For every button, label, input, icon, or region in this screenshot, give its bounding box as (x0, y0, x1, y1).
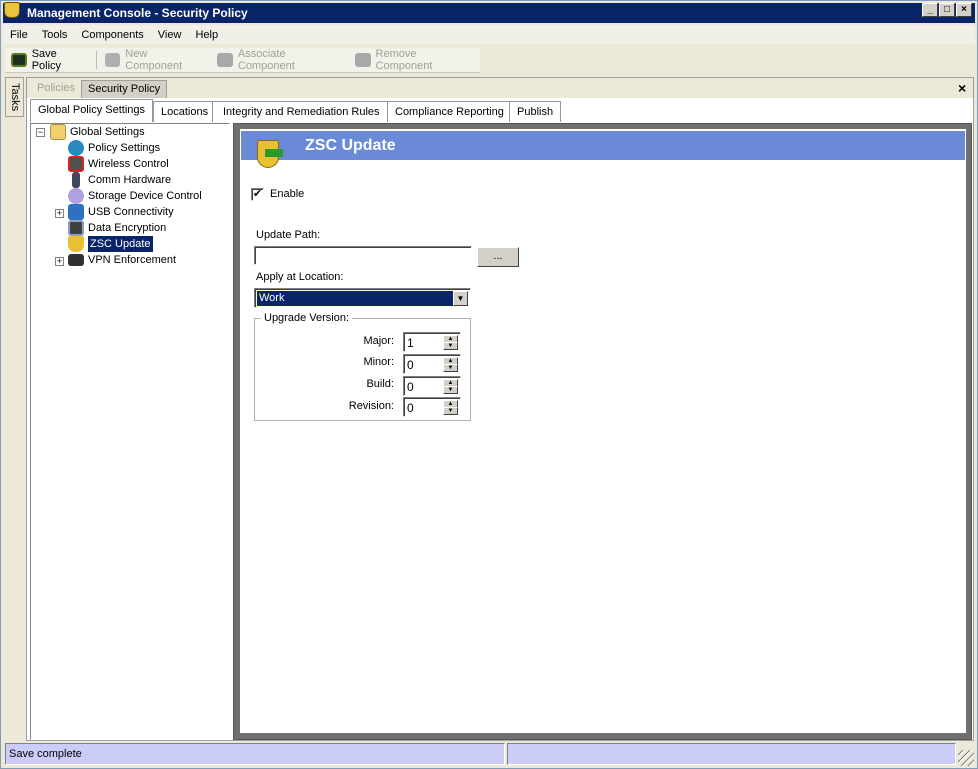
tab-compliance-reporting[interactable]: Compliance Reporting (387, 101, 512, 122)
chevron-down-icon[interactable]: ▼ (453, 291, 468, 306)
comm-hardware-icon (72, 172, 80, 188)
apply-location-select[interactable]: Work ▼ (254, 288, 471, 308)
menu-bar: File Tools Components View Help (3, 25, 975, 44)
tree-label: USB Connectivity (88, 206, 174, 218)
menu-tools[interactable]: Tools (35, 29, 75, 41)
app-icon (4, 2, 20, 18)
apply-location-value: Work (256, 290, 456, 307)
tree-label: Wireless Control (88, 158, 169, 170)
new-component-label: New Component (125, 48, 183, 72)
remove-component-label: Remove Component (375, 48, 433, 72)
menu-view[interactable]: View (151, 29, 189, 41)
tree-label: Comm Hardware (88, 174, 172, 186)
tree-label: Global Settings (70, 126, 145, 138)
zsc-update-icon (68, 236, 84, 252)
revision-label: Revision: (348, 400, 394, 412)
vpn-icon (68, 254, 84, 266)
tree-node-wireless-control[interactable]: Wireless Control (68, 156, 169, 172)
maximize-button[interactable]: □ (939, 3, 955, 17)
major-value: 1 (407, 336, 414, 350)
update-path-input[interactable] (254, 246, 472, 265)
expand-icon[interactable]: + (55, 257, 64, 266)
status-panel (507, 743, 956, 765)
upgrade-version-label: Upgrade Version: (261, 312, 352, 324)
tree-label: ZSC Update (88, 236, 153, 252)
minimize-button[interactable]: _ (922, 3, 938, 17)
status-text: Save complete (5, 743, 505, 765)
tree-label: Data Encryption (88, 222, 167, 234)
tab-locations[interactable]: Locations (153, 101, 217, 122)
panel-title: ZSC Update (305, 137, 396, 154)
minor-label: Minor: (363, 356, 394, 368)
tab-publish[interactable]: Publish (509, 101, 562, 122)
remove-component-icon (354, 53, 371, 67)
tree-node-usb-connectivity[interactable]: USB Connectivity (68, 204, 174, 220)
globe-icon (68, 140, 84, 156)
tree-node-global-settings[interactable]: Global Settings (50, 124, 145, 140)
save-policy-label: Save Policy (31, 48, 62, 72)
tab-integrity-remediation-rules[interactable]: Integrity and Remediation Rules (212, 101, 391, 122)
spin-down-icon[interactable]: ▼ (443, 407, 458, 415)
settings-panel (240, 129, 966, 733)
tree-node-data-encryption[interactable]: Data Encryption (68, 220, 166, 236)
menu-help[interactable]: Help (188, 29, 225, 41)
new-component-icon (104, 53, 121, 67)
revision-value: 0 (407, 401, 414, 415)
tree-node-zsc-update[interactable]: ZSC Update (68, 236, 153, 252)
close-window-button[interactable]: × (956, 3, 972, 17)
update-path-label: Update Path: (256, 229, 321, 241)
spin-down-icon[interactable]: ▼ (443, 342, 458, 350)
tree-node-comm-hardware[interactable]: Comm Hardware (68, 172, 171, 188)
panel-header: ZSC Update (241, 131, 965, 160)
enable-checkbox[interactable]: ✔ (251, 188, 264, 201)
folder-icon (50, 124, 66, 140)
menu-file[interactable]: File (3, 29, 35, 41)
build-stepper[interactable]: 0 ▲ ▼ (403, 376, 461, 396)
tree-label: VPN Enforcement (88, 254, 177, 266)
associate-component-icon (217, 53, 233, 67)
build-value: 0 (407, 380, 414, 394)
major-label: Major: (363, 335, 394, 347)
enable-label: Enable (270, 188, 305, 200)
tree-label: Policy Settings (88, 142, 161, 154)
tree-node-vpn-enforcement[interactable]: VPN Enforcement (68, 252, 176, 268)
browse-button[interactable]: ... (477, 247, 519, 267)
tasks-panel-toggle[interactable]: Tasks (5, 77, 24, 117)
apply-location-label: Apply at Location: (256, 271, 344, 283)
window-title: Management Console - Security Policy (27, 6, 248, 20)
tree-node-policy-settings[interactable]: Policy Settings (68, 140, 160, 156)
associate-component-label: Associate Component (237, 48, 295, 72)
new-component-button[interactable]: New Component (99, 48, 212, 72)
build-label: Build: (366, 378, 394, 390)
tree-node-storage-device-control[interactable]: Storage Device Control (68, 188, 202, 204)
remove-component-button[interactable]: Remove Component (349, 48, 480, 72)
tab-security-policy[interactable]: Security Policy (81, 80, 168, 98)
tree-label: Storage Device Control (88, 190, 202, 202)
spin-down-icon[interactable]: ▼ (443, 364, 458, 372)
collapse-icon[interactable]: − (36, 128, 45, 137)
toolbar-separator (95, 51, 97, 69)
save-disk-icon (11, 53, 27, 67)
toolbar: Save Policy New Component Associate Comp… (5, 48, 480, 73)
disc-icon (68, 188, 84, 204)
menu-components[interactable]: Components (74, 29, 150, 41)
usb-icon (68, 204, 84, 220)
encryption-icon (68, 220, 84, 236)
minor-stepper[interactable]: 0 ▲ ▼ (403, 354, 461, 374)
title-bar: Management Console - Security Policy (3, 3, 975, 23)
revision-stepper[interactable]: 0 ▲ ▼ (403, 397, 461, 417)
wireless-lock-icon (68, 156, 84, 172)
expand-icon[interactable]: + (55, 209, 64, 218)
resize-grip[interactable] (958, 750, 974, 766)
associate-component-button[interactable]: Associate Component (211, 48, 349, 72)
tab-policies[interactable]: Policies (31, 80, 81, 98)
spin-down-icon[interactable]: ▼ (443, 386, 458, 394)
minor-value: 0 (407, 358, 414, 372)
major-stepper[interactable]: 1 ▲ ▼ (403, 332, 461, 352)
zsc-update-shield-icon (257, 140, 283, 168)
close-tab-icon[interactable]: × (958, 80, 966, 96)
tab-global-policy-settings[interactable]: Global Policy Settings (30, 99, 153, 122)
document-tab-strip (27, 78, 973, 98)
save-policy-button[interactable]: Save Policy (5, 48, 94, 72)
